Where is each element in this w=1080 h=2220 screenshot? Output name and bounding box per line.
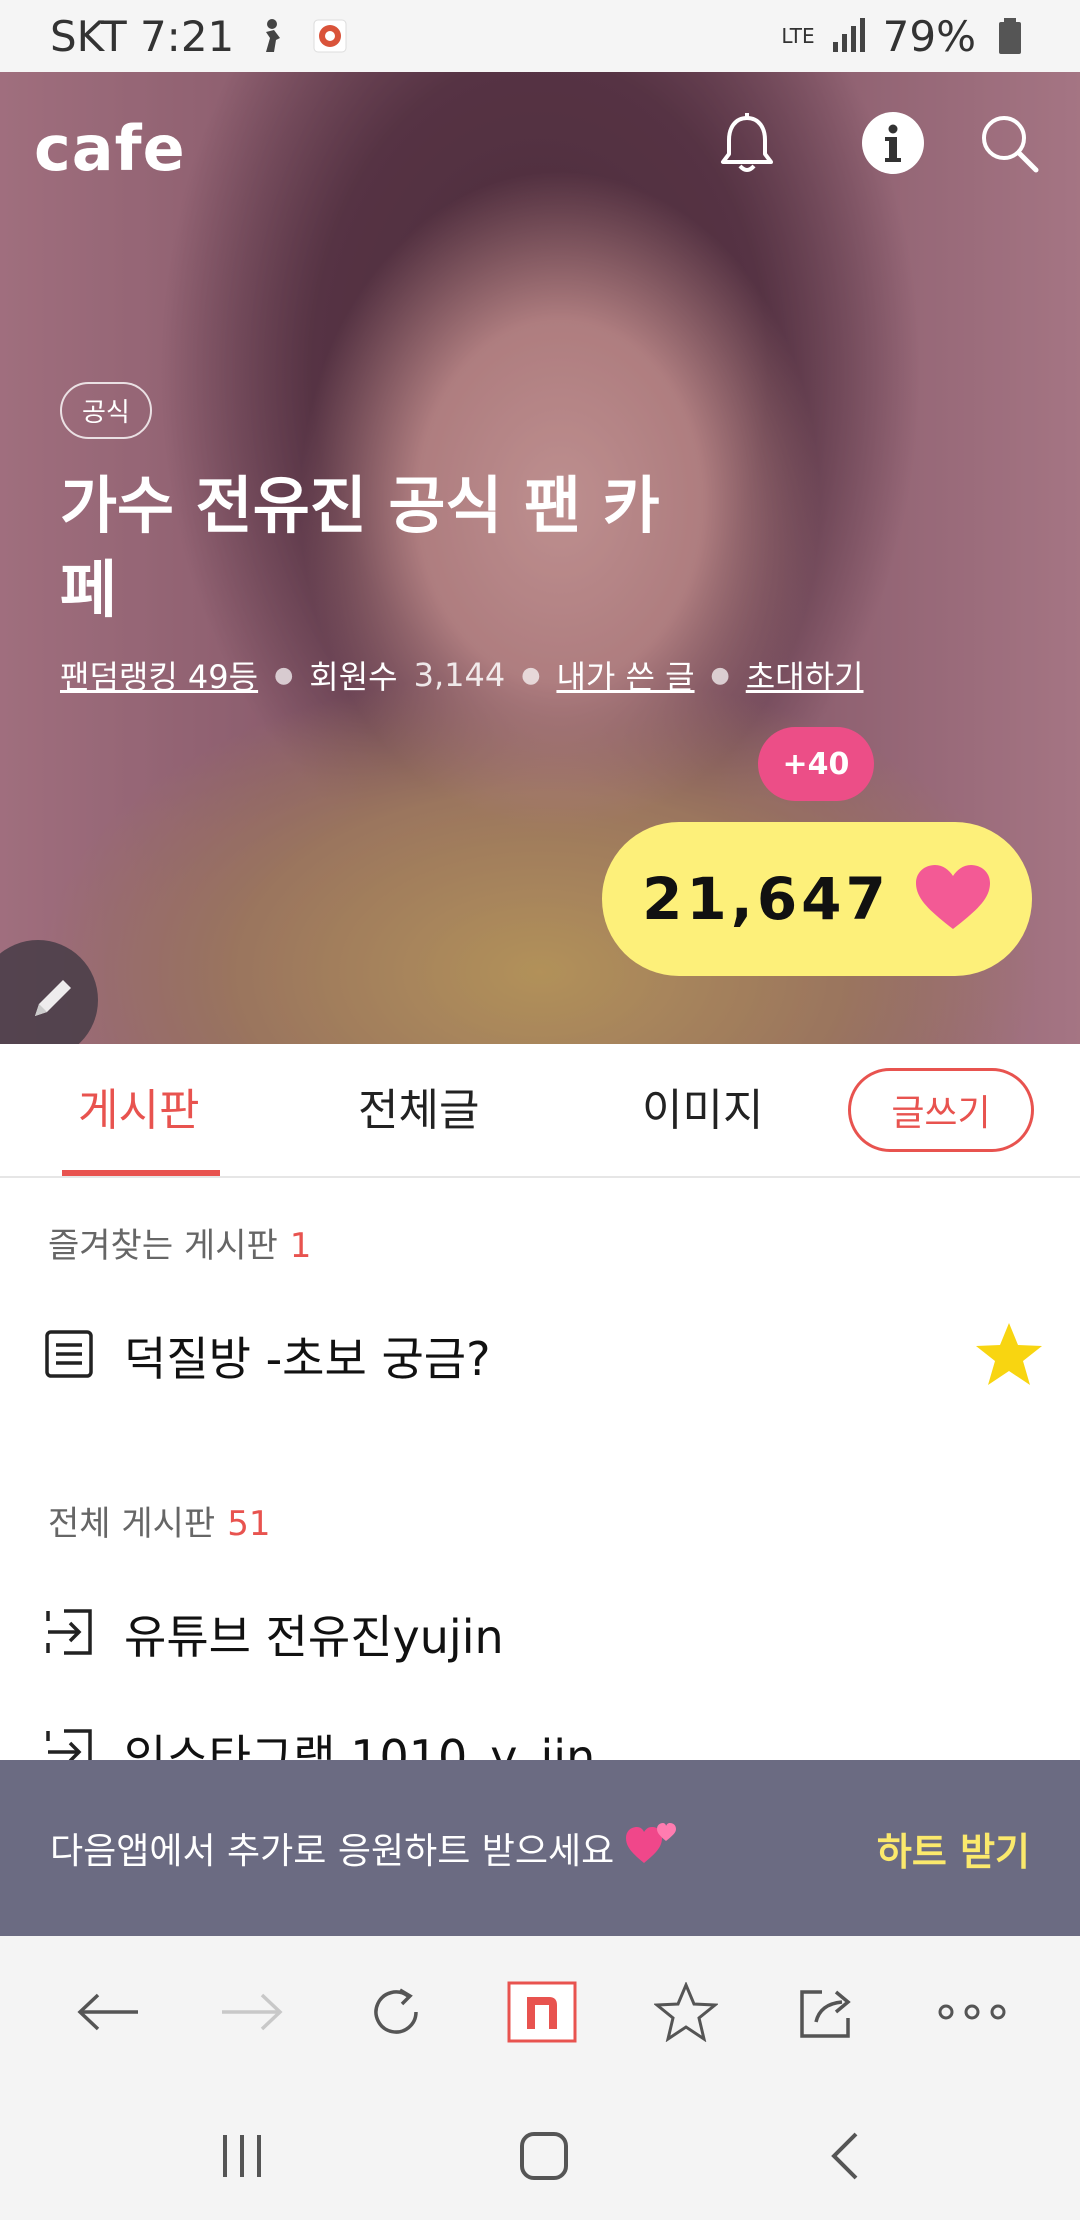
active-tab-indicator xyxy=(62,1170,220,1176)
cafe-logo[interactable]: cafe xyxy=(34,112,186,185)
banner-text: 다음앱에서 추가로 응원하트 받으세요 xyxy=(50,1831,615,1872)
all-boards-title: 전체 게시판 xyxy=(48,1504,216,1544)
carrier-time: SKT 7:21 xyxy=(50,11,235,61)
bell-icon[interactable] xyxy=(712,108,782,178)
back-chevron-icon[interactable] xyxy=(806,2116,886,2196)
cafe-meta: 팬덤랭킹 49등 ● 회원수 3,144 ● 내가 쓴 글 ● 초대하기 xyxy=(60,652,864,698)
tab-all-posts[interactable]: 전체글 xyxy=(358,1074,479,1138)
favorite-board-item[interactable]: 덕질방 -초보 궁금? xyxy=(44,1316,1044,1396)
board-item[interactable]: 인스타그램 1010_y_jin xyxy=(44,1714,1044,1760)
meta-separator: ● xyxy=(274,662,294,688)
all-boards-header: 전체 게시판 51 xyxy=(48,1496,270,1545)
recent-apps-icon[interactable] xyxy=(202,2116,282,2196)
external-link-icon xyxy=(44,1727,94,1760)
browser-toolbar xyxy=(0,1936,1080,2086)
favorites-count: 1 xyxy=(289,1226,312,1266)
favorites-header: 즐겨찾는 게시판 1 xyxy=(48,1218,311,1267)
write-button[interactable]: 글쓰기 xyxy=(848,1068,1034,1152)
lte-arrows-icon: LTE xyxy=(781,24,815,48)
cafe-title: 가수 전유진 공식 팬 카페 xyxy=(60,469,660,626)
invite-link[interactable]: 초대하기 xyxy=(746,652,864,698)
search-icon[interactable] xyxy=(974,108,1044,178)
share-icon[interactable] xyxy=(792,1976,864,2048)
two-hearts-icon xyxy=(624,1819,680,1877)
favorites-title: 즐겨찾는 게시판 xyxy=(48,1226,278,1266)
app-notification-icon xyxy=(310,16,350,56)
bookmark-star-icon[interactable] xyxy=(650,1976,722,2048)
meta-separator: ● xyxy=(521,662,541,688)
more-dots-icon[interactable] xyxy=(936,1976,1008,2048)
system-nav-bar xyxy=(0,2086,1080,2220)
fandom-ranking-link[interactable]: 팬덤랭킹 49등 xyxy=(60,652,258,698)
edit-fab[interactable] xyxy=(0,940,98,1044)
forward-arrow-icon[interactable] xyxy=(216,1976,288,2048)
meta-separator: ● xyxy=(710,662,730,688)
tab-board[interactable]: 게시판 xyxy=(78,1074,199,1138)
members-count: 3,144 xyxy=(413,656,506,694)
home-icon[interactable] xyxy=(504,2116,584,2196)
reload-icon[interactable] xyxy=(360,1976,432,2048)
board-label: 인스타그램 1010_y_jin xyxy=(124,1730,596,1760)
heart-delta-badge: +40 xyxy=(758,727,874,801)
naver-n-icon[interactable] xyxy=(506,1976,578,2048)
board-label: 덕질방 -초보 궁금? xyxy=(124,1332,491,1386)
board-label: 유튜브 전유진yujin xyxy=(124,1610,504,1664)
get-hearts-button[interactable]: 하트 받기 xyxy=(877,1821,1030,1876)
info-icon[interactable] xyxy=(858,108,928,178)
battery-percent: 79% xyxy=(882,11,976,61)
heart-count: 21,647 xyxy=(642,865,890,933)
board-list-icon xyxy=(44,1329,94,1383)
board-list: 즐겨찾는 게시판 1 덕질방 -초보 궁금? 전체 게시판 51 유튜브 전유진yu… xyxy=(0,1180,1080,1760)
my-posts-link[interactable]: 내가 쓴 글 xyxy=(556,652,694,698)
status-bar: SKT 7:21 LTE 79% xyxy=(0,0,1080,72)
person-walking-icon xyxy=(252,16,292,56)
heart-support-button[interactable]: 21,647 xyxy=(602,822,1032,976)
members-label: 회원수 xyxy=(309,658,398,696)
cafe-hero: cafe 공식 가수 전유진 공식 팬 카페 팬덤랭킹 49등 ● 회원수 3,… xyxy=(0,72,1080,1044)
heart-promo-banner: 다음앱에서 추가로 응원하트 받으세요 하트 받기 xyxy=(0,1760,1080,1936)
signal-icon xyxy=(829,16,869,56)
tab-bar: 게시판 전체글 이미지 글쓰기 xyxy=(0,1044,1080,1178)
external-link-icon xyxy=(44,1607,94,1661)
star-icon[interactable] xyxy=(974,1321,1044,1391)
all-boards-count: 51 xyxy=(227,1504,271,1544)
heart-icon xyxy=(914,863,992,935)
board-item[interactable]: 유튜브 전유진yujin xyxy=(44,1594,1044,1674)
battery-icon xyxy=(990,16,1030,56)
pencil-icon xyxy=(27,972,79,1028)
back-arrow-icon[interactable] xyxy=(72,1976,144,2048)
tab-images[interactable]: 이미지 xyxy=(642,1074,763,1138)
official-badge: 공식 xyxy=(60,382,152,439)
